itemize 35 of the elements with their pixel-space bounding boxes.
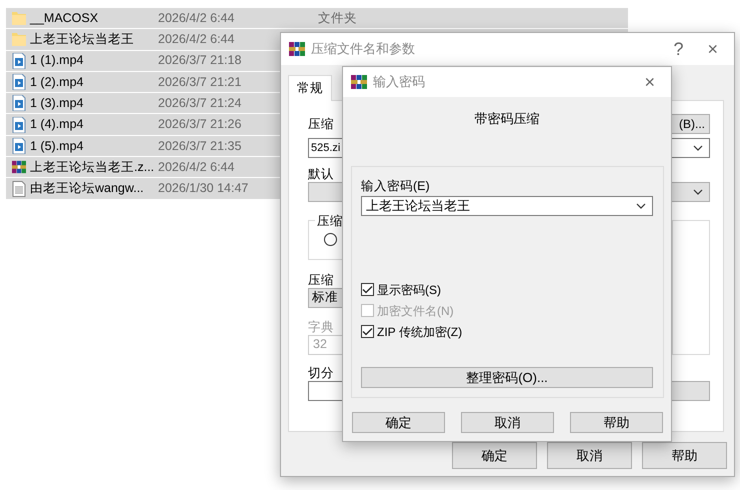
- file-type: 文件夹: [318, 10, 357, 27]
- file-date: 2026/3/7 21:21: [158, 74, 242, 89]
- field-value: 32: [313, 336, 327, 354]
- file-name: __MACOSX: [30, 10, 98, 25]
- file-name: 1 (2).mp4: [30, 74, 84, 89]
- field-label: 默认: [308, 166, 334, 182]
- field-label: 字典: [308, 318, 334, 335]
- file-name: 1 (3).mp4: [30, 96, 84, 110]
- file-date: 2026/3/7 21:35: [158, 138, 242, 153]
- field-value: 525.zi: [311, 140, 340, 156]
- field-label: 输入密码(E): [361, 178, 430, 194]
- file-name: 上老王论坛当老王.z...: [30, 160, 154, 174]
- checkbox-label: ZIP 传统加密(Z): [377, 324, 462, 340]
- field-label: 切分: [308, 364, 334, 381]
- file-date: 2026/3/7 21:24: [158, 96, 242, 110]
- file-name: 由老王论坛wangw...: [30, 181, 144, 196]
- file-name: 1 (4).mp4: [30, 117, 84, 132]
- file-date: 2026/4/2 6:44: [158, 10, 234, 25]
- file-date: 2026/3/7 21:18: [158, 53, 242, 68]
- dialog-heading: 带密码压缩: [474, 111, 540, 126]
- window-title: 压缩文件名和参数: [311, 40, 415, 58]
- field-label: 压缩: [308, 116, 334, 132]
- window-title: 输入密码: [373, 73, 425, 92]
- file-date: 2026/4/2 6:44: [158, 32, 234, 46]
- field-label: 压缩: [308, 272, 334, 288]
- file-date: 2026/4/2 6:44: [158, 160, 234, 174]
- field-value: 标准: [312, 289, 338, 306]
- file-name: 1 (5).mp4: [30, 138, 84, 153]
- file-date: 2026/3/7 21:26: [158, 117, 242, 132]
- file-name: 1 (1).mp4: [30, 53, 84, 68]
- checkbox-label: 显示密码(S): [377, 282, 441, 298]
- file-name: 上老王论坛当老王: [30, 32, 134, 46]
- file-date: 2026/1/30 14:47: [158, 181, 248, 196]
- field-value: 上老王论坛当老王: [366, 197, 470, 216]
- checkbox-label: 加密文件名(N): [377, 302, 454, 320]
